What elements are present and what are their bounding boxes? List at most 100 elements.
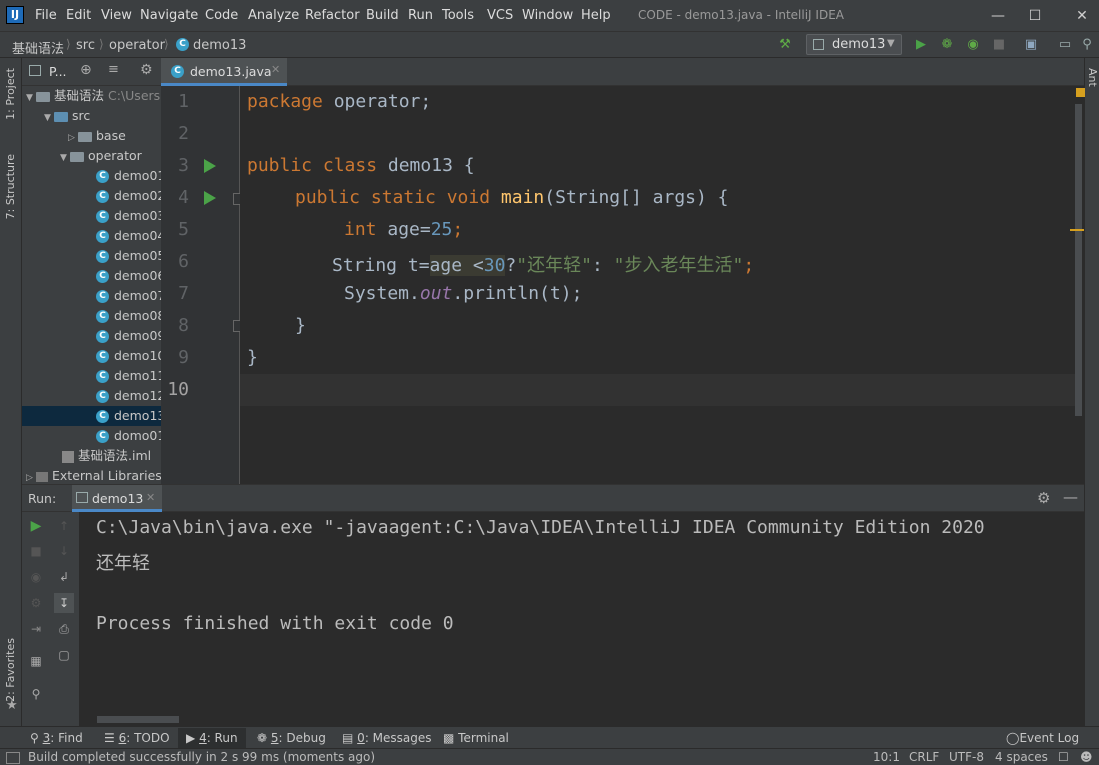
menu-analyze[interactable]: Analyze [248,8,299,23]
lock-icon[interactable]: ☐ [1058,750,1069,764]
search-everywhere-icon[interactable]: ⚲ [1078,36,1096,54]
run-main-gutter-icon[interactable] [204,191,216,205]
menu-run[interactable]: Run [408,8,433,23]
tree-file-demo11[interactable]: Cdemo11 [22,366,161,386]
exit-icon[interactable]: ⇥ [28,621,44,637]
code-editor[interactable]: package operator; public class demo13 { … [240,86,1075,484]
menu-file[interactable]: File [35,8,57,23]
menu-vcs[interactable]: VCS [487,8,513,23]
settings-gear-icon[interactable]: ⚙ [1037,489,1050,507]
scroll-to-end-icon[interactable]: ↧ [54,593,74,613]
menu-code[interactable]: Code [205,8,238,23]
coverage-icon[interactable]: ◉ [964,36,982,54]
tree-file-demo09[interactable]: Cdemo09 [22,326,161,346]
run-icon[interactable]: ▶ [912,36,930,54]
camera-icon[interactable]: ◉ [28,569,44,585]
indent-setting[interactable]: 4 spaces [995,750,1048,764]
breadcrumb-operator[interactable]: operator [109,38,165,53]
stop-icon[interactable]: ■ [990,36,1008,54]
tab-find[interactable]: ⚲ 3: Find [30,731,83,745]
tree-file-demo07[interactable]: Cdemo07 [22,286,161,306]
tab-run[interactable]: ▶ 4: Run [178,728,246,748]
tool-tab-structure[interactable]: 7: Structure [4,154,17,219]
tool-tab-ant[interactable]: Ant [1086,68,1099,87]
tree-external-libraries[interactable]: ▷ External Libraries [22,466,161,484]
menu-build[interactable]: Build [366,8,399,23]
line-separator[interactable]: CRLF [909,750,939,764]
stop-icon[interactable]: ■ [28,543,44,559]
debug-icon[interactable]: ❁ [938,36,956,54]
close-run-tab-icon[interactable]: ✕ [146,491,155,504]
close-icon[interactable]: ✕ [1072,6,1092,26]
menu-view[interactable]: View [101,8,132,23]
tool-tab-favorites[interactable]: 2: Favorites [4,638,17,702]
hide-panel-icon[interactable]: — [1063,488,1078,506]
tab-event-log[interactable]: ◯Event Log [1006,731,1079,745]
horizontal-scrollbar-thumb[interactable] [97,716,179,723]
minimize-icon[interactable]: — [988,6,1008,26]
editor-scrollbar[interactable] [1070,86,1085,484]
menu-window[interactable]: Window [522,8,573,23]
settings-gear-icon[interactable]: ⚙ [140,62,153,78]
status-toggle-icon[interactable] [6,752,20,764]
caret-position[interactable]: 10:1 [873,750,900,764]
down-arrow-icon[interactable]: ↓ [56,543,72,559]
tree-file-demo10[interactable]: Cdemo10 [22,346,161,366]
tree-package-base[interactable]: ▷ base [22,126,161,146]
menu-navigate[interactable]: Navigate [140,8,198,23]
editor-tab-demo13[interactable]: C demo13.java ✕ [161,58,287,86]
inspection-status-icon[interactable] [1076,88,1085,97]
tool-tab-project[interactable]: 1: Project [4,68,17,120]
tree-file-demo02[interactable]: Cdemo02 [22,186,161,206]
breadcrumb-project[interactable]: 基础语法 [12,38,64,57]
tree-file-demo12[interactable]: Cdemo12 [22,386,161,406]
build-hammer-icon[interactable]: ⚒ [776,36,794,54]
tree-file-demo01[interactable]: Cdemo01 [22,166,161,186]
up-arrow-icon[interactable]: ↑ [56,518,72,534]
debug-settings-icon[interactable]: ⚙ [28,595,44,611]
project-view-select[interactable]: P... [49,64,67,79]
presentation-icon[interactable]: ▭ [1056,36,1074,54]
menu-edit[interactable]: Edit [66,8,91,23]
tab-debug[interactable]: ❁ 5: Debug [257,731,326,745]
scrollbar-thumb[interactable] [1075,104,1082,416]
console-output[interactable]: C:\Java\bin\java.exe "-javaagent:C:\Java… [80,512,1084,726]
collapse-all-icon[interactable]: ≡ [108,62,119,77]
tool-window-tab-bar: ⚲ 3: Find ☰ 6: TODO ▶ 4: Run ❁ 5: Debug … [0,726,1099,748]
pin-icon[interactable]: ⚲ [28,686,44,702]
tree-src[interactable]: ▼ src [22,106,161,126]
breadcrumb-demo13[interactable]: demo13 [193,38,246,53]
warning-stripe-marker[interactable] [1070,229,1084,231]
menu-refactor[interactable]: Refactor [305,8,360,23]
tree-file-demo04[interactable]: Cdemo04 [22,226,161,246]
tree-file-demo06[interactable]: Cdemo06 [22,266,161,286]
trash-icon[interactable]: ▢ [56,647,72,663]
breadcrumb-src[interactable]: src [76,38,95,53]
inspector-icon[interactable]: ☻ [1080,750,1093,764]
project-structure-icon[interactable]: ▣ [1022,36,1040,54]
maximize-icon[interactable]: ☐ [1025,6,1045,26]
tree-file-demo05[interactable]: Cdemo05 [22,246,161,266]
tree-package-operator[interactable]: ▼ operator [22,146,161,166]
tab-todo[interactable]: ☰ 6: TODO [104,731,170,745]
layout-icon[interactable]: ▦ [28,653,44,669]
locate-target-icon[interactable]: ⊕ [80,62,92,78]
run-class-gutter-icon[interactable] [204,159,216,173]
close-tab-icon[interactable]: ✕ [271,63,280,76]
tree-file-demo13[interactable]: Cdemo13 [22,406,161,426]
rerun-icon[interactable]: ▶ [28,518,44,534]
tree-file-demo03[interactable]: Cdemo03 [22,206,161,226]
menu-tools[interactable]: Tools [442,8,474,23]
tree-file-domo01[interactable]: Cdomo01 [22,426,161,446]
file-encoding[interactable]: UTF-8 [949,750,984,764]
tab-messages[interactable]: ▤ 0: Messages [342,731,432,745]
run-configuration-select[interactable]: demo13 ▼ [806,34,902,55]
soft-wrap-icon[interactable]: ↲ [56,569,72,585]
tree-root[interactable]: ▼ 基础语法 C:\Users [22,86,161,106]
tree-iml-file[interactable]: 基础语法.iml [22,446,161,466]
menu-help[interactable]: Help [581,8,611,23]
tree-file-demo08[interactable]: Cdemo08 [22,306,161,326]
status-message[interactable]: Build completed successfully in 2 s 99 m… [28,750,375,764]
print-icon[interactable]: ⎙ [56,621,72,637]
tab-terminal[interactable]: ▩ Terminal [443,731,509,745]
